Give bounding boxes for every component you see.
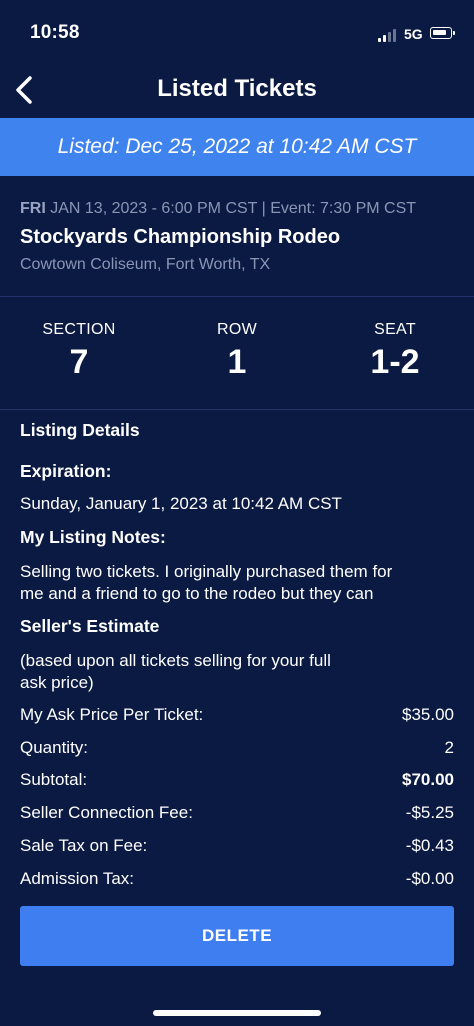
page-title: Listed Tickets (157, 75, 317, 102)
section-label: SECTION (42, 321, 116, 338)
subtotal-row: Subtotal: $70.00 (20, 770, 454, 794)
ask-price-label: My Ask Price Per Ticket: (20, 705, 204, 724)
subtotal-label: Subtotal: (20, 770, 88, 789)
admission-tax-row: Admission Tax: -$0.00 (20, 869, 454, 893)
sale-tax-label: Sale Tax on Fee: (20, 836, 148, 855)
delete-button-label: DELETE (201, 926, 273, 945)
sale-tax-value: -$0.43 (405, 836, 454, 855)
quantity-row: Quantity: 2 (20, 738, 454, 762)
listing-notes-line-1: Selling two tickets. I originally purcha… (20, 562, 393, 581)
network-label: 5G (404, 26, 423, 42)
row-value: 1 (227, 343, 247, 381)
seat-info: SECTION 7 ROW 1 SEAT 1-2 (0, 297, 474, 410)
seller-estimate-note-line-1: (based upon all tickets selling for your… (20, 651, 331, 670)
listed-banner: Listed: Dec 25, 2022 at 10:42 AM CST (0, 118, 474, 176)
ask-price-value: $35.00 (402, 705, 454, 724)
event-date: FRI JAN 13, 2023 - 6:00 PM CST | Event: … (20, 200, 440, 218)
event-date-time: JAN 13, 2023 - 6:00 PM CST | Event: 7:30… (50, 200, 417, 217)
listing-notes-label: My Listing Notes: (20, 527, 166, 547)
seller-estimate-label: Seller's Estimate (20, 616, 160, 636)
admission-tax-value: -$0.00 (405, 869, 454, 888)
listed-date-text: Listed: Dec 25, 2022 at 10:42 AM CST (57, 135, 417, 158)
connection-fee-row: Seller Connection Fee: -$5.25 (20, 803, 454, 827)
status-bar: 10:58 5G (0, 0, 474, 62)
subtotal-value: $70.00 (402, 770, 454, 789)
event-name: Stockyards Championship Rodeo (20, 226, 341, 248)
connection-fee-label: Seller Connection Fee: (20, 803, 193, 822)
expiration-value: Sunday, January 1, 2023 at 10:42 AM CST (20, 494, 342, 513)
row-label: ROW (216, 321, 257, 338)
section-column: SECTION 7 (19, 321, 139, 382)
seller-estimate-note-line-2: ask price) (20, 673, 94, 692)
quantity-label: Quantity: (20, 738, 89, 757)
listing-details-heading: Listing Details (20, 420, 140, 440)
event-info: FRI JAN 13, 2023 - 6:00 PM CST | Event: … (0, 176, 474, 297)
sale-tax-row: Sale Tax on Fee: -$0.43 (20, 836, 454, 860)
section-value: 7 (69, 343, 89, 381)
delete-button[interactable]: DELETE (20, 906, 454, 966)
seat-column: SEAT 1-2 (335, 321, 455, 382)
ask-price-row: My Ask Price Per Ticket: $35.00 (20, 705, 454, 729)
seat-value: 1-2 (370, 343, 420, 381)
event-venue: Cowtown Coliseum, Fort Worth, TX (20, 256, 271, 273)
listing-notes-line-2: me and a friend to go to the rodeo but t… (20, 584, 374, 603)
signal-bars-icon (378, 28, 400, 42)
home-indicator (153, 1010, 321, 1016)
battery-icon (430, 27, 455, 39)
nav-bar: Listed Tickets (0, 62, 474, 118)
expiration-label: Expiration: (20, 461, 112, 481)
row-column: ROW 1 (177, 321, 297, 382)
seat-label: SEAT (374, 321, 416, 338)
admission-tax-label: Admission Tax: (20, 869, 135, 888)
quantity-value: 2 (444, 738, 454, 757)
event-day: FRI (20, 200, 46, 217)
status-time: 10:58 (30, 22, 80, 43)
connection-fee-value: -$5.25 (405, 803, 454, 822)
